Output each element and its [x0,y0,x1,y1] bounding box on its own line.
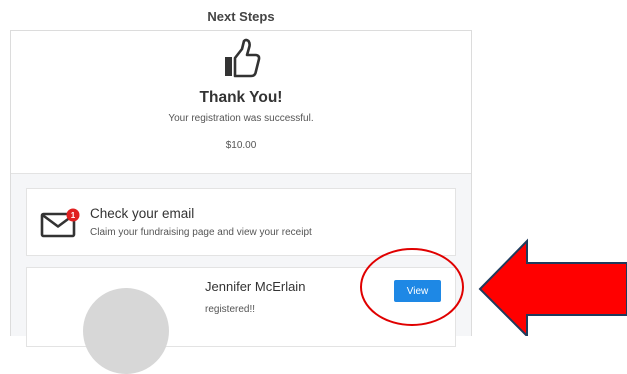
page-heading: Next Steps [207,9,275,24]
registration-message: Your registration was successful. [168,113,314,124]
next-steps-panel: Thank You! Your registration was success… [10,30,472,374]
registrant-status: registered!! [205,304,256,315]
check-email-description: Claim your fundraising page and view you… [90,227,312,238]
registrant-card: Jennifer McErlain registered!! View [26,267,456,374]
registrant-name: Jennifer McErlain [205,279,306,294]
confirmation-section: Thank You! Your registration was success… [11,31,471,174]
pointer-arrow [478,238,627,336]
thumbs-up-icon [225,38,261,78]
envelope-icon: 1 [40,208,80,238]
thank-you-title: Thank You! [199,89,283,106]
avatar-silhouette [83,288,169,374]
check-email-card[interactable]: 1 Check your email Claim your fundraisin… [26,188,456,256]
amount-paid: $10.00 [225,140,257,151]
svg-text:1: 1 [71,211,76,220]
notification-badge: 1 [66,208,80,222]
view-button[interactable]: View [394,280,441,302]
check-email-title: Check your email [90,206,195,221]
